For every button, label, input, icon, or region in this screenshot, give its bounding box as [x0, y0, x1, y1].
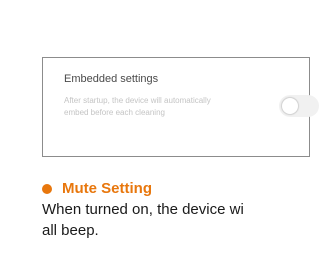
- embedded-settings-title: Embedded settings: [64, 73, 159, 85]
- mute-setting-title: Mute Setting: [62, 180, 152, 197]
- embedded-settings-card: Embedded settings After startup, the dev…: [42, 57, 319, 157]
- toggle-knob: [282, 98, 298, 114]
- mute-setting-heading: Mute Setting: [42, 180, 152, 197]
- bullet-dot-icon: [42, 183, 52, 194]
- mute-setting-description-line2: all beep.: [42, 222, 99, 239]
- embedded-settings-description: After startup, the device will automatic…: [64, 96, 211, 117]
- embedded-settings-toggle[interactable]: [279, 95, 319, 117]
- mute-setting-description-line1: When turned on, the device wi: [42, 201, 244, 218]
- mute-setting-description: When turned on, the device wi all beep.: [42, 199, 302, 241]
